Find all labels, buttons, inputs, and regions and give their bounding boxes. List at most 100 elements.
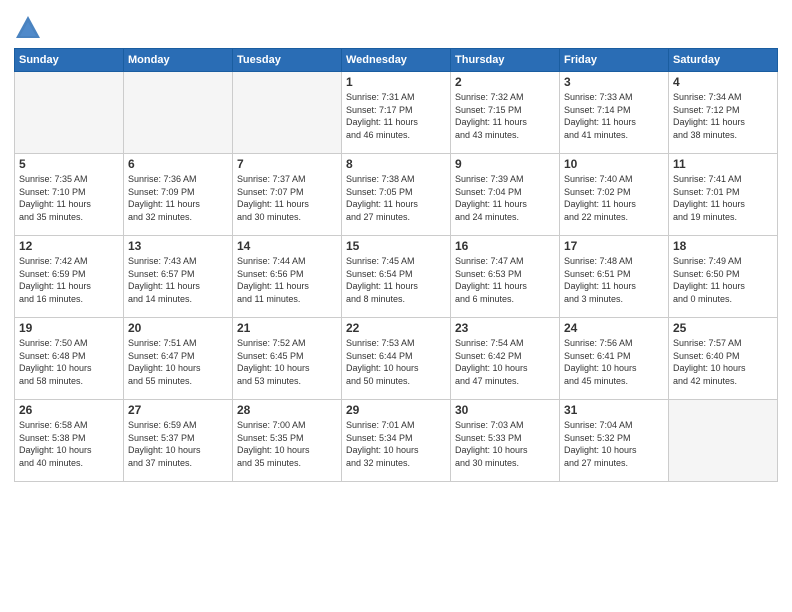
calendar-day-cell: 31 Sunrise: 7:04 AM Sunset: 5:32 PM Dayli… — [560, 400, 669, 482]
calendar-week-row: 26 Sunrise: 6:58 AM Sunset: 5:38 PM Dayli… — [15, 400, 778, 482]
calendar-day-cell: 7 Sunrise: 7:37 AM Sunset: 7:07 PM Daylig… — [233, 154, 342, 236]
day-number: 11 — [673, 157, 773, 171]
day-number: 26 — [19, 403, 119, 417]
calendar-week-row: 12 Sunrise: 7:42 AM Sunset: 6:59 PM Dayli… — [15, 236, 778, 318]
day-number: 16 — [455, 239, 555, 253]
calendar-day-cell: 8 Sunrise: 7:38 AM Sunset: 7:05 PM Daylig… — [342, 154, 451, 236]
day-info: Sunrise: 7:56 AM Sunset: 6:41 PM Dayligh… — [564, 337, 664, 387]
day-number: 22 — [346, 321, 446, 335]
day-info: Sunrise: 7:33 AM Sunset: 7:14 PM Dayligh… — [564, 91, 664, 141]
day-number: 21 — [237, 321, 337, 335]
day-number: 31 — [564, 403, 664, 417]
day-info: Sunrise: 7:35 AM Sunset: 7:10 PM Dayligh… — [19, 173, 119, 223]
day-number: 24 — [564, 321, 664, 335]
calendar-day-cell: 18 Sunrise: 7:49 AM Sunset: 6:50 PM Dayli… — [669, 236, 778, 318]
day-number: 6 — [128, 157, 228, 171]
weekday-header: Tuesday — [233, 49, 342, 72]
day-info: Sunrise: 7:42 AM Sunset: 6:59 PM Dayligh… — [19, 255, 119, 305]
day-number: 17 — [564, 239, 664, 253]
day-number: 19 — [19, 321, 119, 335]
day-number: 28 — [237, 403, 337, 417]
day-number: 8 — [346, 157, 446, 171]
calendar-day-cell — [15, 72, 124, 154]
day-info: Sunrise: 7:00 AM Sunset: 5:35 PM Dayligh… — [237, 419, 337, 469]
calendar-day-cell: 19 Sunrise: 7:50 AM Sunset: 6:48 PM Dayli… — [15, 318, 124, 400]
day-number: 7 — [237, 157, 337, 171]
weekday-header: Friday — [560, 49, 669, 72]
calendar-day-cell — [233, 72, 342, 154]
calendar-day-cell: 30 Sunrise: 7:03 AM Sunset: 5:33 PM Dayli… — [451, 400, 560, 482]
day-number: 3 — [564, 75, 664, 89]
calendar-week-row: 1 Sunrise: 7:31 AM Sunset: 7:17 PM Daylig… — [15, 72, 778, 154]
calendar-day-cell: 21 Sunrise: 7:52 AM Sunset: 6:45 PM Dayli… — [233, 318, 342, 400]
weekday-header: Wednesday — [342, 49, 451, 72]
day-info: Sunrise: 7:49 AM Sunset: 6:50 PM Dayligh… — [673, 255, 773, 305]
day-info: Sunrise: 7:31 AM Sunset: 7:17 PM Dayligh… — [346, 91, 446, 141]
day-info: Sunrise: 7:52 AM Sunset: 6:45 PM Dayligh… — [237, 337, 337, 387]
day-info: Sunrise: 7:43 AM Sunset: 6:57 PM Dayligh… — [128, 255, 228, 305]
calendar-day-cell: 14Sunrise: 7:44 AM Sunset: 6:56 PM Dayli… — [233, 236, 342, 318]
day-info: Sunrise: 7:39 AM Sunset: 7:04 PM Dayligh… — [455, 173, 555, 223]
calendar-week-row: 19 Sunrise: 7:50 AM Sunset: 6:48 PM Dayli… — [15, 318, 778, 400]
day-number: 1 — [346, 75, 446, 89]
logo-icon — [14, 14, 42, 42]
day-number: 10 — [564, 157, 664, 171]
day-info: Sunrise: 7:04 AM Sunset: 5:32 PM Dayligh… — [564, 419, 664, 469]
calendar-table: SundayMondayTuesdayWednesdayThursdayFrid… — [14, 48, 778, 482]
calendar-week-row: 5 Sunrise: 7:35 AM Sunset: 7:10 PM Daylig… — [15, 154, 778, 236]
calendar-day-cell: 23Sunrise: 7:54 AM Sunset: 6:42 PM Dayli… — [451, 318, 560, 400]
header — [14, 10, 778, 42]
day-info: Sunrise: 7:34 AM Sunset: 7:12 PM Dayligh… — [673, 91, 773, 141]
day-number: 18 — [673, 239, 773, 253]
calendar-day-cell: 5 Sunrise: 7:35 AM Sunset: 7:10 PM Daylig… — [15, 154, 124, 236]
calendar-day-cell: 13 Sunrise: 7:43 AM Sunset: 6:57 PM Dayli… — [124, 236, 233, 318]
day-info: Sunrise: 7:57 AM Sunset: 6:40 PM Dayligh… — [673, 337, 773, 387]
calendar-day-cell: 22 Sunrise: 7:53 AM Sunset: 6:44 PM Dayli… — [342, 318, 451, 400]
calendar-day-cell: 10Sunrise: 7:40 AM Sunset: 7:02 PM Dayli… — [560, 154, 669, 236]
calendar-day-cell: 15 Sunrise: 7:45 AM Sunset: 6:54 PM Dayli… — [342, 236, 451, 318]
calendar-day-cell: 4 Sunrise: 7:34 AM Sunset: 7:12 PM Daylig… — [669, 72, 778, 154]
logo — [14, 14, 44, 42]
calendar-day-cell: 9 Sunrise: 7:39 AM Sunset: 7:04 PM Daylig… — [451, 154, 560, 236]
day-number: 9 — [455, 157, 555, 171]
day-info: Sunrise: 7:36 AM Sunset: 7:09 PM Dayligh… — [128, 173, 228, 223]
day-info: Sunrise: 7:53 AM Sunset: 6:44 PM Dayligh… — [346, 337, 446, 387]
day-number: 27 — [128, 403, 228, 417]
calendar-day-cell: 2Sunrise: 7:32 AM Sunset: 7:15 PM Daylig… — [451, 72, 560, 154]
day-number: 5 — [19, 157, 119, 171]
weekday-header: Sunday — [15, 49, 124, 72]
calendar-day-cell: 26 Sunrise: 6:58 AM Sunset: 5:38 PM Dayli… — [15, 400, 124, 482]
weekday-header: Monday — [124, 49, 233, 72]
day-info: Sunrise: 7:41 AM Sunset: 7:01 PM Dayligh… — [673, 173, 773, 223]
day-number: 2 — [455, 75, 555, 89]
day-number: 29 — [346, 403, 446, 417]
calendar-day-cell: 20Sunrise: 7:51 AM Sunset: 6:47 PM Dayli… — [124, 318, 233, 400]
day-info: Sunrise: 7:50 AM Sunset: 6:48 PM Dayligh… — [19, 337, 119, 387]
day-number: 30 — [455, 403, 555, 417]
calendar-day-cell: 1 Sunrise: 7:31 AM Sunset: 7:17 PM Daylig… — [342, 72, 451, 154]
calendar-day-cell: 27 Sunrise: 6:59 AM Sunset: 5:37 PM Dayli… — [124, 400, 233, 482]
calendar-day-cell — [124, 72, 233, 154]
day-info: Sunrise: 7:37 AM Sunset: 7:07 PM Dayligh… — [237, 173, 337, 223]
calendar-day-cell: 11 Sunrise: 7:41 AM Sunset: 7:01 PM Dayli… — [669, 154, 778, 236]
day-number: 12 — [19, 239, 119, 253]
day-number: 15 — [346, 239, 446, 253]
calendar-day-cell: 16Sunrise: 7:47 AM Sunset: 6:53 PM Dayli… — [451, 236, 560, 318]
day-number: 13 — [128, 239, 228, 253]
day-info: Sunrise: 6:59 AM Sunset: 5:37 PM Dayligh… — [128, 419, 228, 469]
day-info: Sunrise: 7:03 AM Sunset: 5:33 PM Dayligh… — [455, 419, 555, 469]
day-info: Sunrise: 7:51 AM Sunset: 6:47 PM Dayligh… — [128, 337, 228, 387]
day-number: 14 — [237, 239, 337, 253]
day-info: Sunrise: 7:38 AM Sunset: 7:05 PM Dayligh… — [346, 173, 446, 223]
day-info: Sunrise: 7:01 AM Sunset: 5:34 PM Dayligh… — [346, 419, 446, 469]
calendar-day-cell: 12 Sunrise: 7:42 AM Sunset: 6:59 PM Dayli… — [15, 236, 124, 318]
calendar-page: SundayMondayTuesdayWednesdayThursdayFrid… — [0, 0, 792, 612]
day-info: Sunrise: 6:58 AM Sunset: 5:38 PM Dayligh… — [19, 419, 119, 469]
calendar-day-cell: 3 Sunrise: 7:33 AM Sunset: 7:14 PM Daylig… — [560, 72, 669, 154]
day-number: 4 — [673, 75, 773, 89]
day-number: 25 — [673, 321, 773, 335]
weekday-header: Saturday — [669, 49, 778, 72]
calendar-day-cell: 25 Sunrise: 7:57 AM Sunset: 6:40 PM Dayli… — [669, 318, 778, 400]
day-info: Sunrise: 7:45 AM Sunset: 6:54 PM Dayligh… — [346, 255, 446, 305]
calendar-day-cell — [669, 400, 778, 482]
